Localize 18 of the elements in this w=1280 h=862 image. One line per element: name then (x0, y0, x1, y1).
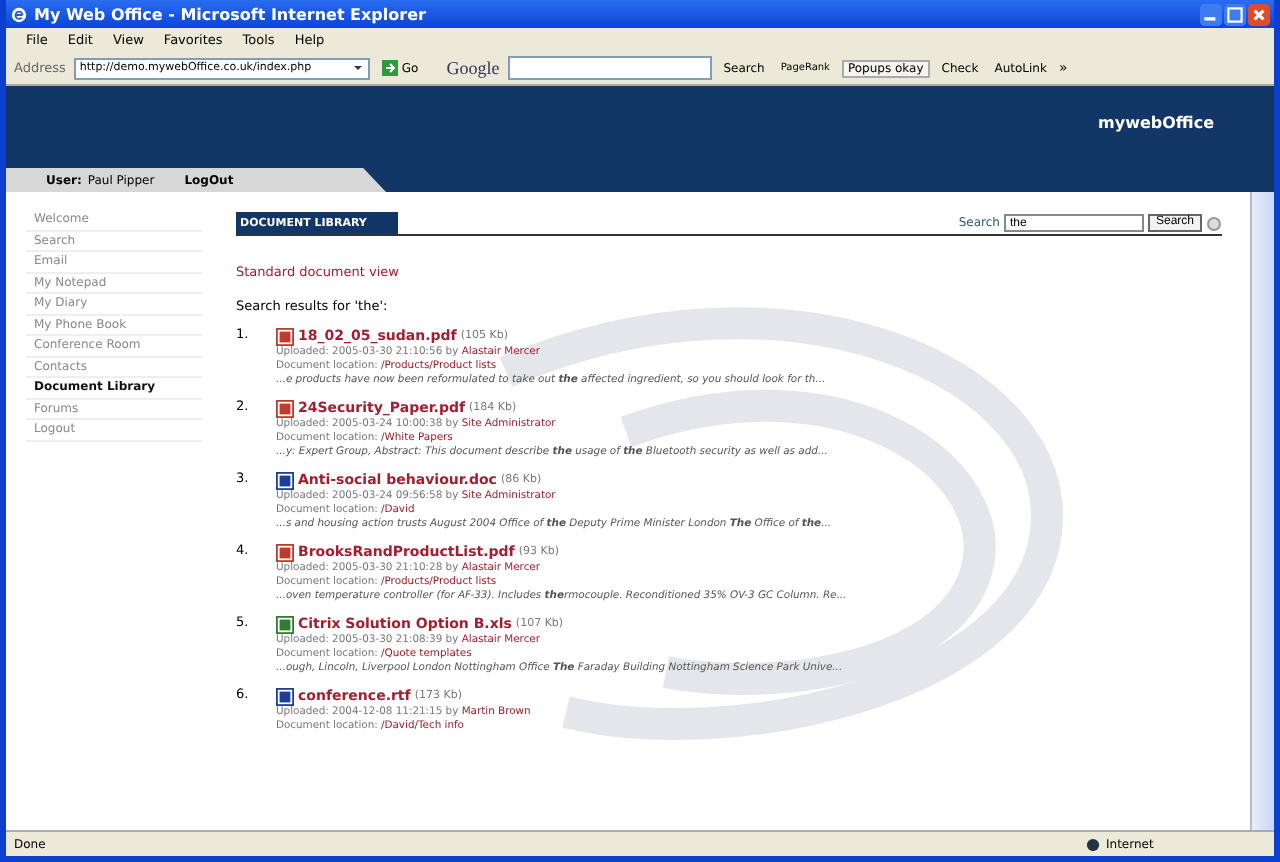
globe-icon (1086, 837, 1100, 851)
pdf-file-icon (276, 543, 294, 561)
pdf-file-icon (276, 327, 294, 345)
close-icon[interactable] (1248, 3, 1270, 25)
browser-icon (10, 5, 28, 23)
site-logo[interactable]: mywebOffice (1098, 114, 1214, 132)
clear-icon[interactable] (1206, 215, 1222, 231)
scrollbar[interactable] (1250, 192, 1274, 830)
document-file-icon (276, 687, 294, 705)
minimize-icon[interactable] (1200, 3, 1222, 25)
document-file-icon (276, 615, 294, 633)
google-logo[interactable]: Google (446, 58, 500, 78)
pdf-file-icon (276, 399, 294, 417)
dropdown-arrow-icon[interactable] (351, 62, 364, 74)
google-search-field[interactable] (507, 56, 712, 80)
window-title: My Web Office - Microsoft Internet Explorer (34, 5, 428, 23)
maximize-icon[interactable] (1224, 3, 1246, 25)
document-file-icon (276, 471, 294, 489)
